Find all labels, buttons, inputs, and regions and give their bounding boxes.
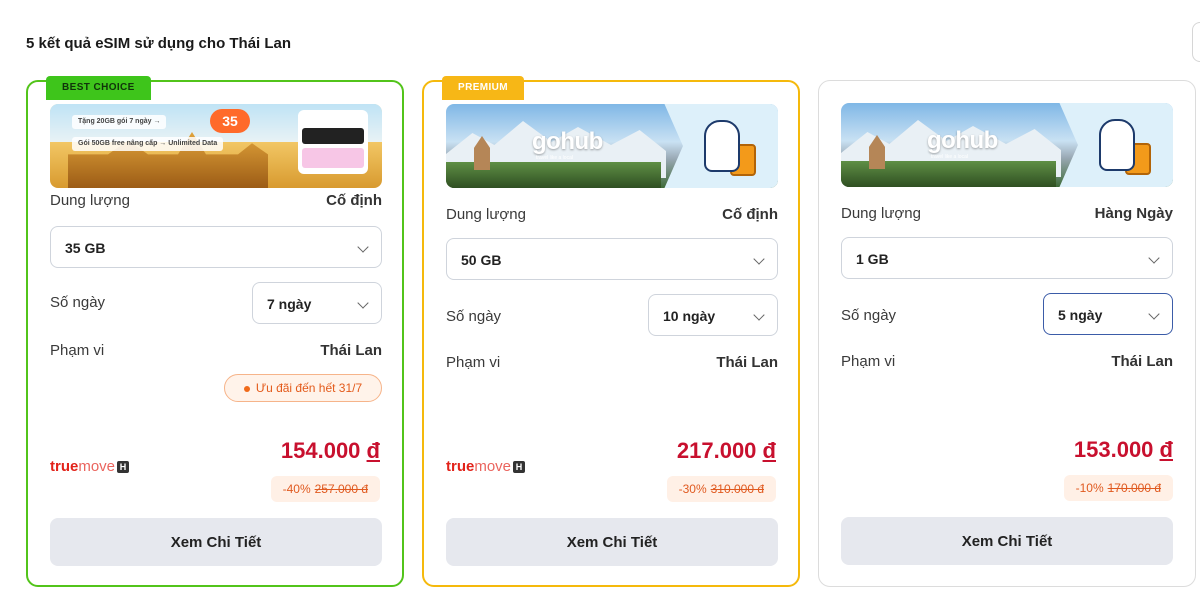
capacity-select[interactable]: 35 GB	[50, 226, 382, 268]
capacity-type: Hàng Ngày	[1094, 205, 1173, 222]
discount-badge: -10% 170.000 đ	[1063, 475, 1173, 501]
capacity-select[interactable]: 50 GB	[446, 238, 778, 280]
esim-card: PREMIUM gohub travel like a local Dung l…	[422, 76, 800, 587]
scope-label: Phạm vi	[841, 353, 896, 370]
gohub-logo: gohub	[927, 127, 998, 154]
chevron-down-icon	[357, 241, 369, 253]
results-title: 5 kết quả eSIM sử dụng cho Thái Lan	[26, 35, 292, 52]
promo-text: Ưu đãi đến hết 31/7	[255, 381, 363, 395]
price: 153.000 đ	[1073, 437, 1173, 462]
banner-promo-line: Gói 50GB free nâng cấp → Unlimited Data	[72, 137, 224, 151]
scope-label: Phạm vi	[50, 342, 105, 359]
scope-label: Phạm vi	[446, 354, 501, 371]
scope-value: Thái Lan	[716, 354, 778, 371]
card-banner-image: Tặng 20GB gói 7 ngày → 35 Gói 50GB free …	[50, 104, 382, 188]
capacity-label: Dung lượng	[50, 192, 130, 209]
chevron-down-icon	[1148, 308, 1160, 320]
days-label: Số ngày	[50, 294, 106, 311]
esim-card: gohub travel like a local Dung lượng Hàn…	[818, 80, 1196, 587]
edge-button[interactable]	[1192, 22, 1200, 62]
chevron-down-icon	[357, 297, 369, 309]
capacity-select-value: 1 GB	[856, 251, 889, 267]
days-select-value: 10 ngày	[663, 308, 716, 324]
card-banner-image: gohub travel like a local	[841, 103, 1173, 187]
view-details-button[interactable]: Xem Chi Tiết	[841, 517, 1173, 565]
capacity-select-value: 35 GB	[65, 240, 106, 256]
view-details-button[interactable]: Xem Chi Tiết	[446, 518, 778, 566]
promo-badge: Ưu đãi đến hết 31/7	[224, 374, 382, 402]
carrier-logo: truemove H	[50, 458, 130, 475]
gohub-logo: gohub	[532, 128, 603, 155]
chevron-down-icon	[1148, 252, 1160, 264]
dot-icon	[243, 385, 250, 392]
days-select[interactable]: 10 ngày	[648, 294, 778, 336]
premium-ribbon: PREMIUM	[442, 76, 525, 100]
capacity-select-value: 50 GB	[461, 252, 502, 268]
days-select[interactable]: 5 ngày	[1043, 293, 1173, 335]
card-banner-image: gohub travel like a local	[446, 104, 778, 188]
price: 217.000 đ	[676, 438, 776, 463]
banner-badge: 35	[210, 109, 250, 133]
capacity-label: Dung lượng	[841, 205, 921, 222]
best-choice-ribbon: BEST CHOICE	[46, 76, 151, 100]
capacity-select[interactable]: 1 GB	[841, 237, 1173, 279]
discount-badge: -30% 310.000 đ	[666, 476, 776, 502]
days-label: Số ngày	[841, 307, 897, 324]
chevron-down-icon	[753, 253, 765, 265]
capacity-type: Cố định	[326, 192, 382, 209]
price: 154.000 đ	[280, 438, 380, 463]
days-select[interactable]: 7 ngày	[252, 282, 382, 324]
scope-value: Thái Lan	[1111, 353, 1173, 370]
banner-promo-line: Tặng 20GB gói 7 ngày →	[72, 115, 167, 129]
mascot-image	[704, 120, 740, 172]
carrier-logo: truemove H	[446, 458, 526, 475]
days-select-value: 7 ngày	[267, 296, 312, 312]
capacity-label: Dung lượng	[446, 206, 526, 223]
days-label: Số ngày	[446, 308, 502, 325]
days-select-value: 5 ngày	[1058, 307, 1103, 323]
esim-card: BEST CHOICE Tặng 20GB gói 7 ngày → 35 Gó…	[26, 76, 404, 587]
capacity-type: Cố định	[722, 206, 778, 223]
scope-value: Thái Lan	[320, 342, 382, 359]
view-details-button[interactable]: Xem Chi Tiết	[50, 518, 382, 566]
mascot-image	[1099, 119, 1135, 171]
chevron-down-icon	[753, 309, 765, 321]
discount-badge: -40% 257.000 đ	[270, 476, 380, 502]
